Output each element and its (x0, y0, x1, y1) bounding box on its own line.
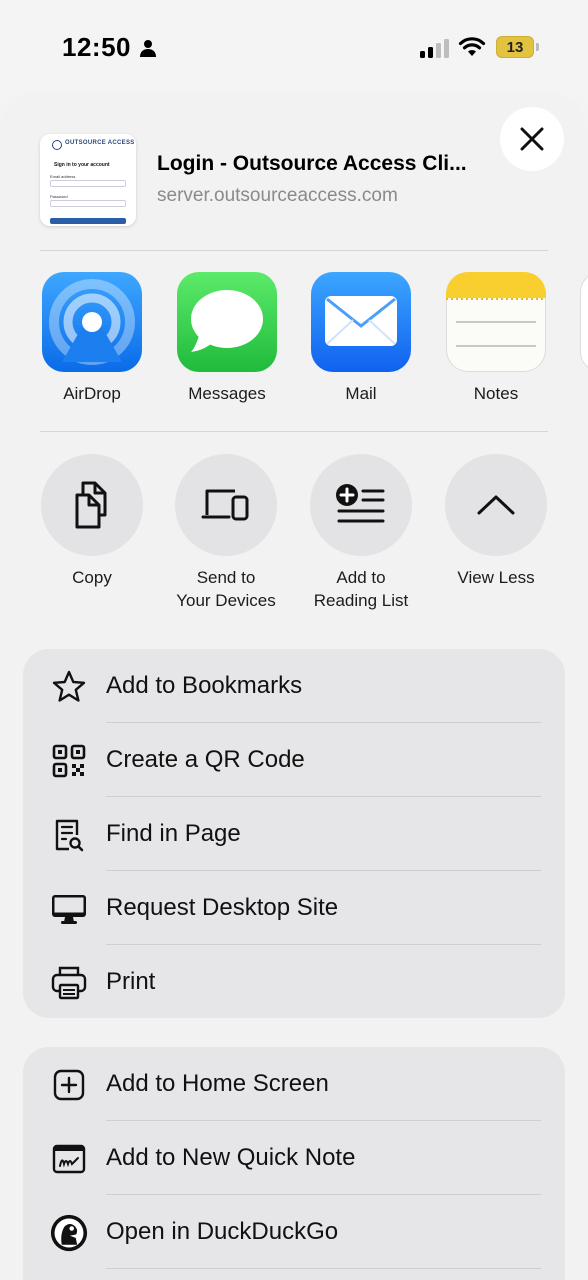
add-square-icon (50, 1066, 88, 1104)
action-send-to-devices[interactable]: Send to Your Devices (159, 454, 293, 612)
printer-icon (50, 964, 88, 1002)
action-label-line1: Send to (196, 568, 256, 587)
page-url: server.outsourceaccess.com (157, 185, 398, 206)
duckduckgo-icon (50, 1214, 88, 1252)
cellular-signal-icon (420, 38, 449, 58)
divider (40, 250, 548, 251)
menu-item-create-qr-code[interactable]: Create a QR Code (23, 723, 565, 797)
share-actions-row: Copy Send to Your Devices Add to Reading… (0, 454, 588, 624)
menu-item-label: Find in Page (106, 820, 241, 847)
menu-item-add-to-home-screen[interactable]: Add to Home Screen (23, 1047, 565, 1121)
app-more-partial[interactable] (580, 272, 588, 372)
close-icon (520, 127, 544, 151)
app-mail[interactable]: Mail (306, 272, 416, 404)
app-messages[interactable]: Messages (172, 272, 282, 404)
app-label: AirDrop (63, 384, 121, 403)
action-label-line1: Add to (336, 568, 386, 587)
notes-icon (446, 272, 546, 372)
action-circle (175, 454, 277, 556)
action-view-less[interactable]: View Less (429, 454, 563, 589)
menu-item-label: Print (106, 968, 156, 995)
thumbnail-button (50, 218, 126, 224)
menu-item-label: Add to New Quick Note (106, 1144, 356, 1171)
thumbnail-logo (52, 140, 62, 150)
person-icon (140, 39, 156, 57)
action-label-line2: Your Devices (176, 591, 276, 610)
desktop-icon (50, 890, 88, 928)
devices-icon (201, 489, 249, 521)
quick-note-icon (50, 1140, 88, 1178)
chevron-up-icon (477, 495, 515, 515)
mail-icon (311, 272, 411, 372)
menu-item-add-to-bookmarks[interactable]: Add to Bookmarks (23, 649, 565, 723)
battery-percent: 13 (506, 38, 524, 56)
action-add-to-reading-list[interactable]: Add to Reading List (294, 454, 428, 612)
action-label: Send to Your Devices (159, 566, 293, 612)
menu-item-find-in-page[interactable]: Find in Page (23, 797, 565, 871)
close-button[interactable] (500, 107, 564, 171)
menu-item-label: Open in DuckDuckGo (106, 1218, 339, 1245)
battery-indicator: 13 (496, 36, 534, 58)
thumbnail-password-field (50, 200, 126, 207)
thumbnail-password-label: Password (50, 194, 68, 199)
thumbnail-email-field (50, 180, 126, 187)
app-notes[interactable]: Notes (441, 272, 551, 404)
app-label: Mail (345, 384, 377, 403)
action-label: Copy (72, 568, 112, 587)
find-in-page-icon (50, 816, 88, 854)
action-label: View Less (457, 568, 535, 587)
row-separator (106, 1268, 541, 1269)
status-bar: 12:50 13 (0, 0, 588, 92)
messages-icon (177, 272, 277, 372)
menu-item-label: Add to Bookmarks (106, 672, 303, 699)
thumbnail-email-label: Email address (50, 174, 76, 179)
star-icon (50, 668, 88, 706)
action-copy[interactable]: Copy (25, 454, 159, 589)
reading-list-icon (336, 484, 385, 523)
time-label: 12:50 (62, 32, 131, 62)
menu-group-1: Add to Bookmarks Create a QR Code Find i… (23, 649, 565, 1018)
thumbnail-brand: OUTSOURCE ACCESS (65, 140, 135, 146)
action-circle (445, 454, 547, 556)
page-thumbnail: OUTSOURCE ACCESS Sign in to your account… (40, 134, 136, 226)
menu-item-label: Create a QR Code (106, 746, 305, 773)
share-sheet: OUTSOURCE ACCESS Sign in to your account… (0, 92, 588, 1280)
status-time: 12:50 (62, 32, 157, 63)
copy-icon (75, 481, 107, 529)
menu-item-label: Request Desktop Site (106, 894, 339, 921)
menu-item-request-desktop-site[interactable]: Request Desktop Site (23, 871, 565, 945)
app-label: Notes (473, 384, 519, 403)
divider (40, 431, 548, 432)
menu-group-2: Add to Home Screen Add to New Quick Note (23, 1047, 565, 1280)
action-circle (41, 454, 143, 556)
menu-item-add-to-quick-note[interactable]: Add to New Quick Note (23, 1121, 565, 1195)
action-circle (310, 454, 412, 556)
menu-item-print[interactable]: Print (23, 945, 565, 1019)
app-airdrop[interactable]: AirDrop (37, 272, 147, 404)
share-apps-row: AirDrop Messages Mail Notes (0, 272, 588, 412)
app-label: Messages (188, 384, 266, 403)
action-label: Add to Reading List (294, 566, 428, 612)
action-label-line2: Reading List (313, 591, 409, 610)
menu-item-label: Add to Home Screen (106, 1070, 329, 1097)
battery-tip (536, 43, 539, 51)
menu-item-open-in-duckduckgo[interactable]: Open in DuckDuckGo (23, 1195, 565, 1269)
page-title: Login - Outsource Access Cli... (157, 152, 467, 175)
wifi-icon (458, 37, 486, 56)
qr-code-icon (50, 742, 88, 780)
share-header: OUTSOURCE ACCESS Sign in to your account… (40, 134, 548, 234)
airdrop-icon (42, 272, 142, 372)
thumbnail-heading: Sign in to your account (54, 162, 110, 168)
